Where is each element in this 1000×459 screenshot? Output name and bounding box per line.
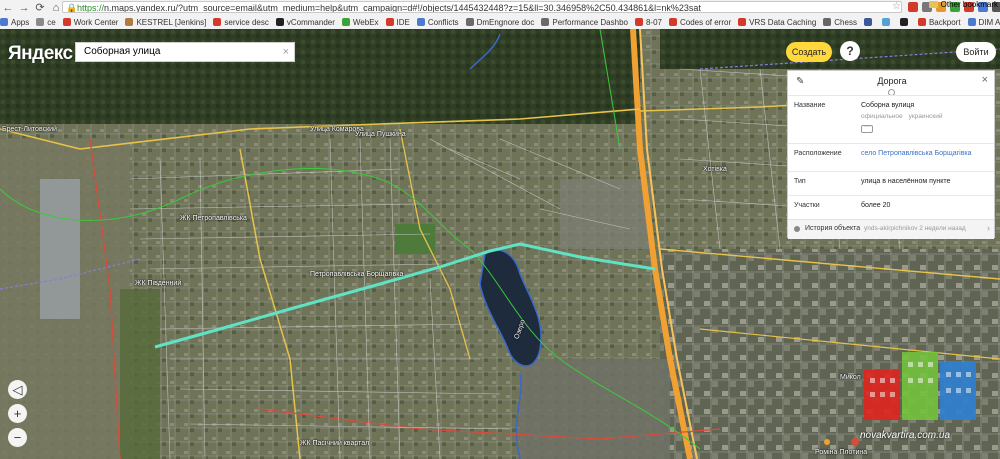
bookmark-item[interactable]: DIM Automation	[967, 18, 1000, 27]
bookmark-item[interactable]	[899, 18, 911, 26]
edit-icon[interactable]: ✎	[796, 76, 804, 87]
zoom-out-button[interactable]: −	[8, 428, 27, 447]
reload-icon[interactable]: ⟳	[32, 1, 48, 15]
map-label: Улица Пушкина	[355, 131, 406, 138]
bookmark-item[interactable]: KESTREL [Jenkins]	[125, 18, 206, 27]
bookmark-favicon-icon	[62, 18, 71, 26]
object-info-panel: Дорога ✎ × Название Соборна вулиця офици…	[787, 70, 995, 239]
map-label: Петропавлівська Борщагівка	[310, 271, 404, 278]
bookmark-favicon-icon	[416, 18, 425, 26]
bookmark-item[interactable]: service desc	[213, 18, 269, 27]
map-label: Роміна Плотина	[815, 449, 868, 456]
bookmark-star-icon[interactable]: ☆	[892, 1, 901, 12]
bookmark-item[interactable]: VRS Data Caching	[738, 18, 816, 27]
row-location: Расположение село Петропавлівська Борщаг…	[788, 143, 994, 172]
bookmark-favicon-icon	[541, 18, 550, 26]
bookmark-favicon-icon	[668, 18, 677, 26]
bookmark-favicon-icon	[275, 18, 284, 26]
row-name: Название Соборна вулиця официальное украи…	[788, 95, 994, 144]
row-sections: Участки более 20	[788, 195, 994, 220]
create-button[interactable]: Создать	[786, 42, 832, 62]
login-button[interactable]: Войти	[956, 42, 996, 62]
bookmark-favicon-icon	[863, 18, 872, 26]
bookmark-favicon-icon	[634, 18, 643, 26]
bookmark-favicon-icon	[385, 18, 394, 26]
bookmark-favicon-icon	[738, 18, 747, 26]
watermark-text: novakvartira.com.ua	[860, 430, 951, 441]
map-label: ЖК Петропавлівська	[180, 215, 247, 222]
map-label: ЖК Пасічний квартал	[300, 440, 370, 447]
map-label: ЖК Південний	[135, 280, 182, 287]
yandex-logo[interactable]: Яндекс	[8, 43, 73, 65]
bookmark-item[interactable]: WebEx	[341, 18, 379, 27]
bookmark-item[interactable]	[881, 18, 893, 26]
browser-chrome: ← → ⟳ ⌂ 🔒 https://n.maps.yandex.ru/?utm_…	[0, 0, 1000, 30]
bookmark-item[interactable]	[863, 18, 875, 26]
watermark-logo	[864, 352, 976, 420]
bookmark-item[interactable]: Performance Dashbo	[541, 18, 628, 27]
map-label: Микол	[840, 374, 861, 381]
bookmark-favicon-icon	[36, 18, 45, 26]
opera-icon[interactable]	[908, 2, 918, 12]
search-input[interactable]: Соборная улица ×	[75, 42, 295, 62]
bookmark-item[interactable]: DmEngnore doc	[465, 18, 534, 27]
bookmark-favicon-icon	[465, 18, 474, 26]
bookmark-item[interactable]: 8-07	[634, 18, 662, 27]
bookmark-favicon-icon	[341, 18, 350, 26]
folder-icon	[928, 1, 938, 8]
chevron-right-icon: ›	[987, 223, 990, 233]
bookmark-item[interactable]: Conflicts	[416, 18, 459, 27]
help-button[interactable]: ?	[840, 41, 860, 61]
address-bar[interactable]: 🔒 https://n.maps.yandex.ru/?utm_source=e…	[62, 1, 902, 13]
bookmark-favicon-icon	[823, 18, 832, 26]
bookmark-item[interactable]: IDE	[385, 18, 410, 27]
bookmark-favicon-icon	[0, 18, 8, 26]
bookmark-favicon-icon	[917, 18, 926, 26]
row-type: Тип улица в населённом пункте	[788, 171, 994, 196]
forward-icon[interactable]: →	[16, 1, 32, 15]
bookmark-item[interactable]: Work Center	[62, 18, 118, 27]
map-label: Брест-Литовский	[2, 126, 57, 133]
location-link[interactable]: село Петропавлівська Борщагівка	[861, 150, 972, 157]
bookmarks-bar: Apps ce Work Center KESTREL [Jenkins] servic…	[0, 15, 1000, 29]
other-bookmarks[interactable]: Other bookmark	[928, 0, 998, 9]
back-icon[interactable]: ←	[0, 1, 16, 15]
bookmark-favicon-icon	[967, 18, 976, 26]
lock-icon: 🔒	[66, 3, 78, 13]
history-icon	[794, 226, 800, 232]
bookmark-item[interactable]: Apps	[0, 18, 29, 27]
clear-search-icon[interactable]: ×	[283, 43, 289, 61]
panel-title: Дорога	[877, 76, 907, 86]
zoom-in-button[interactable]: +	[8, 404, 27, 423]
more-names-button[interactable]: ···	[861, 124, 873, 133]
bookmark-item[interactable]: Codes of error	[668, 18, 731, 27]
map-label: Хотівка	[703, 166, 727, 173]
bookmark-item[interactable]: vCommander	[275, 18, 335, 27]
object-history-link[interactable]: История объекта ynds-akirpichnikov 2 нед…	[788, 219, 994, 239]
close-icon[interactable]: ×	[982, 74, 988, 86]
geolocation-button[interactable]: ◁	[8, 380, 27, 399]
bookmark-item[interactable]: ce	[36, 18, 56, 27]
bookmark-item[interactable]: Chess	[823, 18, 857, 27]
bookmark-item[interactable]: Backport	[917, 18, 961, 27]
bookmark-favicon-icon	[881, 18, 890, 26]
bookmark-favicon-icon	[899, 18, 908, 26]
bookmark-favicon-icon	[213, 18, 222, 26]
bookmark-favicon-icon	[125, 18, 134, 26]
